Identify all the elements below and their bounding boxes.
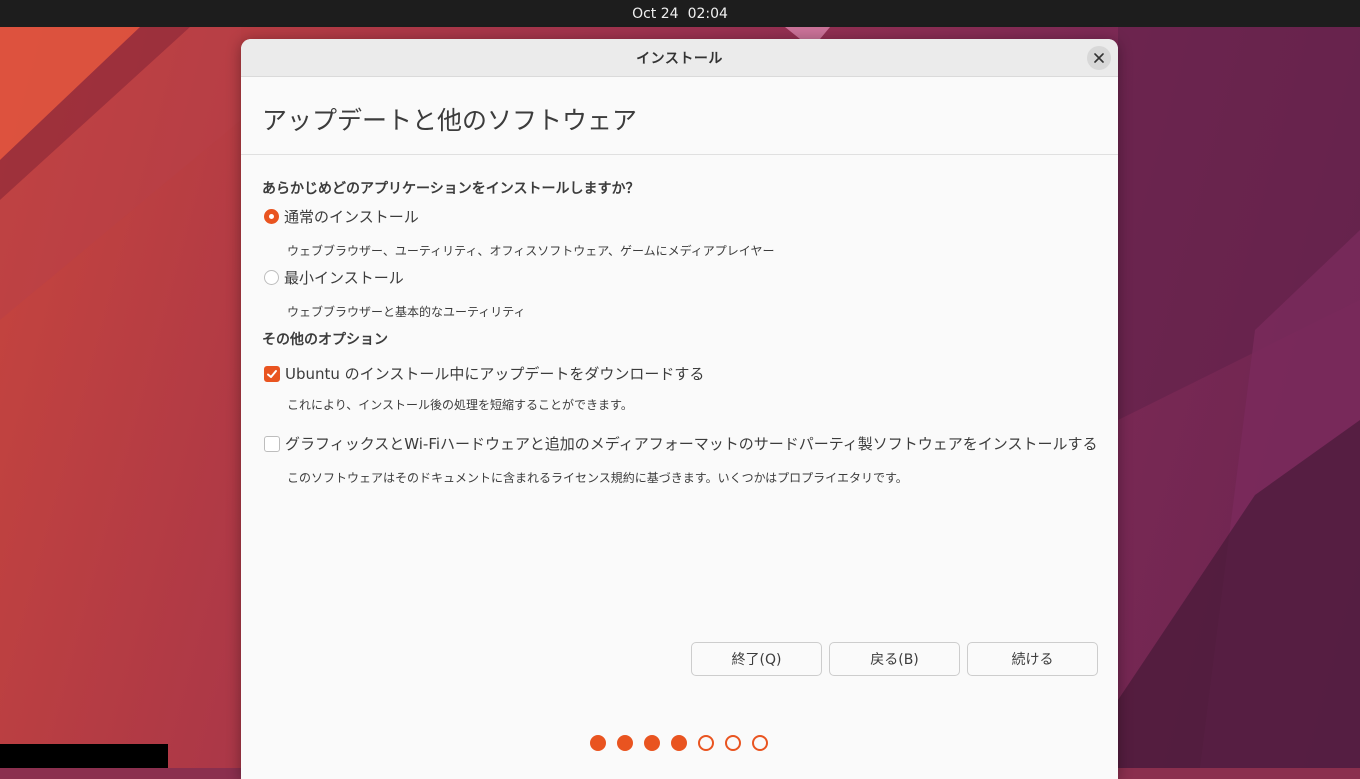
window-titlebar[interactable]: インストール [241, 39, 1118, 77]
minimal-install-radio[interactable] [264, 270, 279, 285]
minimal-install-option[interactable]: 最小インストール [264, 267, 404, 288]
normal-install-description: ウェブブラウザー、ユーティリティ、オフィスソフトウェア、ゲームにメディアプレイヤ… [287, 244, 775, 258]
third-party-software-option[interactable]: グラフィックスとWi-Fiハードウェアと追加のメディアフォーマットのサードパーテ… [264, 433, 1098, 454]
progress-dot [671, 735, 687, 751]
installer-window: インストール アップデートと他のソフトウェア あらかじめどのアプリケーションをイ… [241, 39, 1118, 779]
third-party-software-checkbox[interactable] [264, 435, 280, 452]
clock-time: 02:04 [687, 5, 728, 22]
third-party-software-label: グラフィックスとWi-Fiハードウェアと追加のメディアフォーマットのサードパーテ… [285, 435, 1098, 453]
download-updates-label: Ubuntu のインストール中にアップデートをダウンロードする [285, 365, 705, 383]
back-button[interactable]: 戻る(B) [829, 642, 960, 676]
download-updates-checkbox[interactable] [264, 365, 280, 382]
progress-dot [725, 735, 741, 751]
progress-dot [590, 735, 606, 751]
progress-dot [752, 735, 768, 751]
clock-date: Oct 24 [632, 5, 679, 22]
window-title: インストール [636, 50, 723, 67]
continue-button[interactable]: 続ける [967, 642, 1098, 676]
minimal-install-label: 最小インストール [284, 269, 404, 287]
third-party-software-description: このソフトウェアはそのドキュメントに含まれるライセンス規約に基づきます。いくつか… [287, 471, 908, 485]
other-options-heading: その他のオプション [262, 332, 388, 348]
progress-dot [617, 735, 633, 751]
dock-edge [0, 744, 168, 768]
normal-install-option[interactable]: 通常のインストール [264, 206, 419, 227]
close-button[interactable] [1087, 46, 1111, 70]
normal-install-label: 通常のインストール [284, 208, 419, 226]
checkmark-icon [267, 369, 277, 378]
page-title: アップデートと他のソフトウェア [262, 106, 638, 135]
download-updates-option[interactable]: Ubuntu のインストール中にアップデートをダウンロードする [264, 363, 704, 384]
page-header: アップデートと他のソフトウェア [241, 77, 1118, 155]
install-type-question: あらかじめどのアプリケーションをインストールしますか？ [262, 181, 640, 197]
progress-dot [644, 735, 660, 751]
top-bar: Oct 24 02:04 [0, 0, 1360, 27]
minimal-install-description: ウェブブラウザーと基本的なユーティリティ [287, 305, 526, 319]
quit-button[interactable]: 終了(Q) [691, 642, 822, 676]
progress-dots [590, 735, 768, 751]
clock[interactable]: Oct 24 02:04 [632, 6, 728, 22]
normal-install-radio[interactable] [264, 209, 279, 224]
close-icon [1094, 53, 1104, 63]
button-bar: 終了(Q) 戻る(B) 続ける [691, 642, 1098, 676]
download-updates-description: これにより、インストール後の処理を短縮することができます。 [287, 398, 633, 412]
progress-dot [698, 735, 714, 751]
